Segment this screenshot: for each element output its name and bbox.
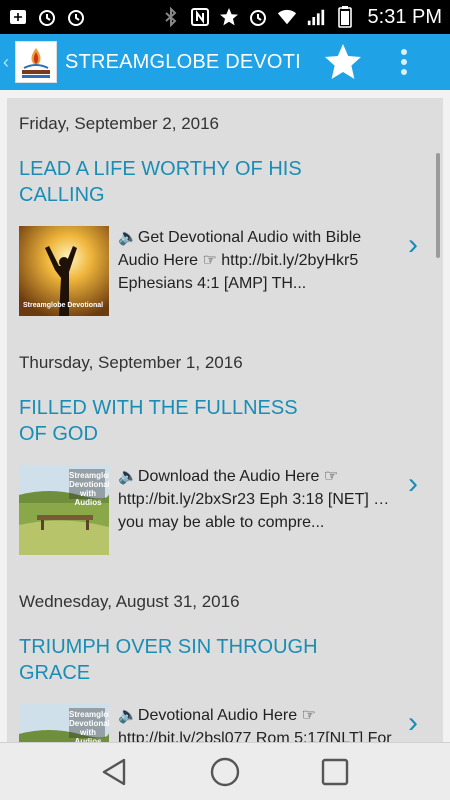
signal-icon — [306, 7, 326, 27]
home-button[interactable] — [205, 752, 245, 792]
list-item[interactable]: Wednesday, August 31, 2016 TRIUMPH OVER … — [19, 592, 431, 742]
back-triangle-icon — [102, 758, 126, 785]
app-title: STREAMGLOBE DEVOTI — [65, 50, 301, 73]
recents-square-icon — [321, 758, 349, 785]
status-bar: 5:31 PM — [0, 0, 450, 34]
star-icon — [325, 44, 361, 79]
bluetooth-icon — [161, 7, 181, 27]
navigation-bar — [0, 742, 450, 800]
chevron-right-icon[interactable]: › — [408, 708, 418, 738]
wifi-icon — [277, 7, 297, 27]
alarm-clock-icon — [248, 7, 268, 27]
entry-thumbnail[interactable]: Streamglobe Devotional with Audios — [19, 465, 109, 555]
overflow-menu-button[interactable] — [389, 38, 419, 86]
scrollbar[interactable] — [436, 153, 440, 258]
entry-thumbnail[interactable]: Streamglobe Devotional with Audios — [19, 704, 109, 742]
chevron-right-icon[interactable]: › — [408, 469, 418, 499]
entry-snippet: 🔈Download the Audio Here ☞ http://bit.ly… — [118, 468, 390, 531]
nfc-icon — [190, 7, 210, 27]
entry-date: Wednesday, August 31, 2016 — [19, 592, 240, 611]
thumbnail-caption: Streamglobe Devotional with Audios — [69, 710, 109, 742]
devotional-list[interactable]: Friday, September 2, 2016 LEAD A LIFE WO… — [7, 98, 443, 742]
back-button[interactable] — [95, 752, 135, 792]
home-circle-icon — [210, 757, 240, 786]
app-logo[interactable] — [15, 41, 57, 83]
content-area: Friday, September 2, 2016 LEAD A LIFE WO… — [0, 90, 450, 742]
battery-icon — [335, 6, 355, 28]
entry-title[interactable]: TRIUMPH OVER SIN THROUGH GRACE — [19, 634, 319, 686]
entry-thumbnail[interactable]: Streamglobe Devotional — [19, 226, 109, 316]
entry-snippet: 🔈Get Devotional Audio with Bible Audio H… — [118, 229, 362, 292]
entry-snippet: 🔈Devotional Audio Here ☞ http://bit.ly/2… — [118, 707, 392, 742]
app-bar: ‹ STREAMGLOBE DEVOTI — [0, 34, 450, 90]
usb-icon — [8, 7, 28, 27]
entry-title[interactable]: LEAD A LIFE WORTHY OF HIS CALLING — [19, 156, 319, 208]
alarm-icon — [66, 7, 86, 27]
star-icon — [219, 7, 239, 27]
entry-date: Thursday, September 1, 2016 — [19, 353, 243, 372]
chevron-right-icon[interactable]: › — [408, 230, 418, 260]
favorite-button[interactable] — [319, 38, 367, 86]
entry-date: Friday, September 2, 2016 — [19, 114, 220, 133]
alarm-icon — [37, 7, 57, 27]
list-item[interactable]: Thursday, September 1, 2016 FILLED WITH … — [19, 353, 431, 555]
entry-title[interactable]: FILLED WITH THE FULLNESS OF GOD — [19, 395, 319, 447]
more-vert-icon — [401, 49, 407, 75]
recents-button[interactable] — [315, 752, 355, 792]
list-item[interactable]: Friday, September 2, 2016 LEAD A LIFE WO… — [19, 114, 431, 316]
thumbnail-caption: Streamglobe Devotional — [23, 302, 104, 309]
back-chevron-icon[interactable]: ‹ — [3, 52, 13, 73]
thumbnail-caption: Streamglobe Devotional with Audios — [69, 471, 109, 507]
status-time: 5:31 PM — [367, 5, 442, 28]
